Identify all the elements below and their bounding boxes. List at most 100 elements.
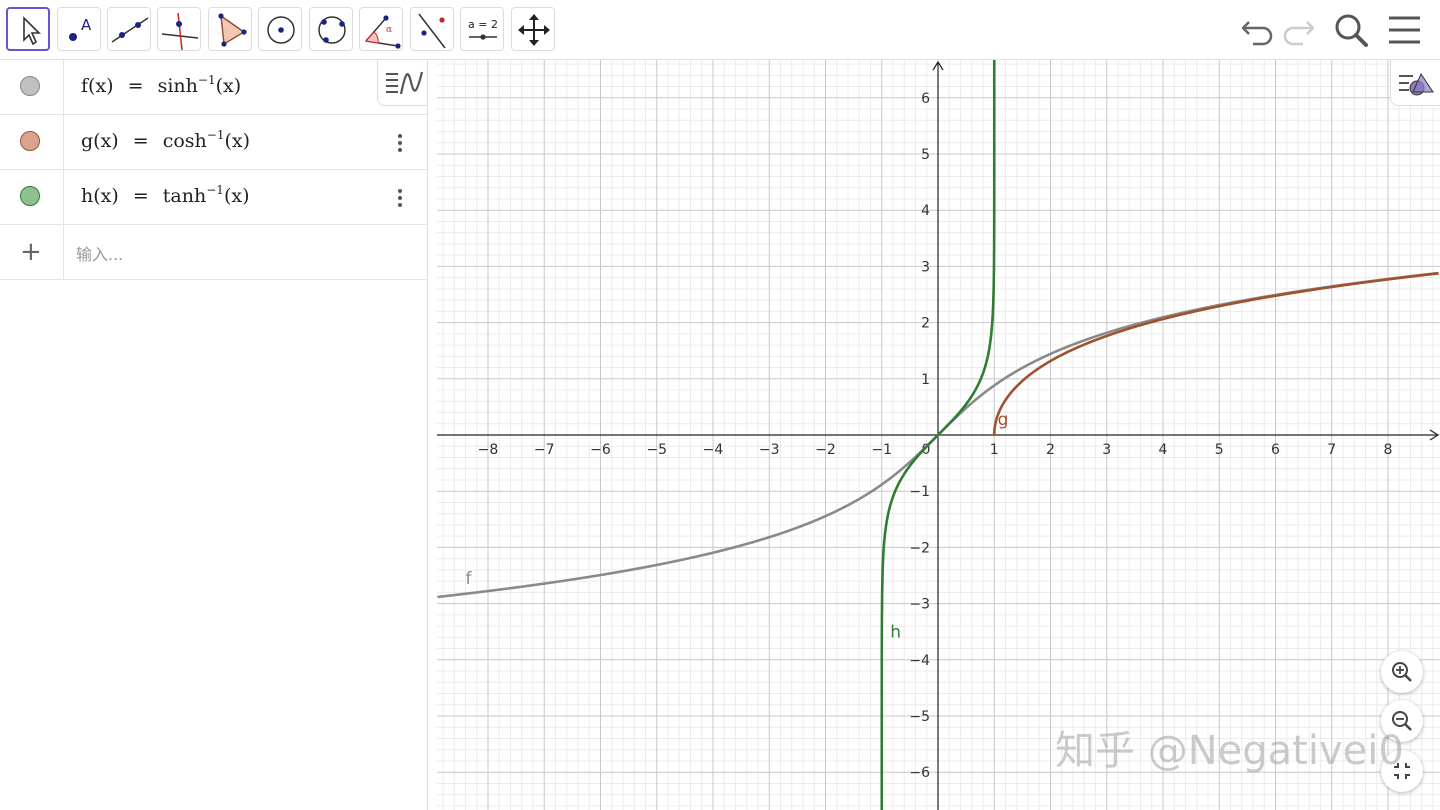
function-name: cosh (162, 130, 207, 152)
reflect-icon (418, 13, 446, 49)
visibility-marble[interactable] (0, 115, 64, 169)
x-tick-label: −1 (871, 442, 892, 458)
move-graphics-view-tool[interactable] (511, 7, 555, 51)
function-name: tanh (162, 185, 207, 207)
y-tick-label: −5 (909, 709, 930, 725)
curve-label-g: g (998, 410, 1009, 430)
angle-icon: α (365, 15, 401, 49)
toolbar: A α a = 2 (0, 0, 1440, 60)
y-tick-label: −3 (909, 597, 930, 613)
reflect-tool[interactable] (410, 7, 454, 51)
function-definition-f[interactable]: f(x) = sinh−1(x) (81, 73, 242, 97)
x-tick-labels: −8 −7 −6 −5 −4 −3 −2 −1 0 1 2 3 4 5 6 7 8 (478, 442, 1393, 458)
x-tick-label: −8 (478, 442, 499, 458)
more-options-icon[interactable] (396, 133, 404, 153)
polygon-icon (218, 13, 247, 47)
algebra-input-row[interactable]: + 输入... (0, 225, 427, 280)
line-icon (111, 17, 149, 43)
graphics-style-bar-toggle[interactable] (1390, 60, 1440, 106)
algebra-input-field[interactable]: 输入... (76, 241, 123, 265)
equals-sign: = (132, 185, 149, 207)
function-argument: (x) (223, 185, 250, 207)
visibility-marble[interactable] (0, 170, 64, 224)
more-options-icon[interactable] (396, 188, 404, 208)
function-argument: (x) (224, 130, 251, 152)
search-icon (1335, 14, 1368, 47)
x-tick-label: 2 (1046, 442, 1055, 458)
function-lhs: f(x) (81, 75, 114, 97)
y-tick-label: 4 (921, 203, 930, 219)
search-button[interactable] (1331, 10, 1371, 50)
slider-tool[interactable]: a = 2 (460, 7, 504, 51)
x-tick-label: −4 (703, 442, 724, 458)
zoom-in-button[interactable] (1381, 651, 1423, 693)
x-tick-label: 7 (1327, 442, 1336, 458)
equals-sign: = (132, 130, 149, 152)
x-tick-label: 4 (1159, 442, 1168, 458)
point-tool-label: A (81, 16, 92, 34)
plus-icon: + (20, 237, 42, 267)
algebra-view: f(x) = sinh−1(x) g(x) = cosh−1(x) h(x) =… (0, 60, 428, 810)
redo-button[interactable] (1279, 10, 1319, 50)
circle-three-points-icon (318, 16, 346, 44)
graphics-view[interactable]: −8 −7 −6 −5 −4 −3 −2 −1 0 1 2 3 4 5 6 7 8 6 5 4 3 2 1 −1 −2 −3 −4… (437, 60, 1440, 810)
algebra-row-h[interactable]: h(x) = tanh−1(x) (0, 170, 427, 225)
angle-tool[interactable]: α (359, 7, 403, 51)
graph-sketch-icon (386, 71, 424, 95)
function-lhs: h(x) (81, 185, 119, 207)
alpha-symbol: α (386, 25, 392, 35)
function-name: sinh (157, 75, 198, 97)
hamburger-menu-icon (1389, 16, 1420, 44)
x-tick-label: 3 (1102, 442, 1111, 458)
polygon-tool[interactable] (208, 7, 252, 51)
menu-button[interactable] (1385, 10, 1425, 50)
y-tick-label: −2 (909, 540, 930, 556)
perpendicular-line-tool[interactable] (157, 7, 201, 51)
x-tick-label: 1 (990, 442, 999, 458)
function-exponent: −1 (206, 183, 224, 197)
visibility-marble[interactable] (0, 60, 64, 114)
x-tick-label: 5 (1215, 442, 1224, 458)
circle-center-point-tool[interactable] (258, 7, 302, 51)
visibility-dot-icon (20, 131, 40, 151)
perpendicular-line-icon (161, 12, 199, 51)
function-exponent: −1 (206, 128, 225, 142)
undo-icon (1241, 21, 1273, 46)
y-tick-label: 6 (921, 91, 930, 107)
curve-label-h: h (890, 622, 901, 642)
y-tick-label: −1 (909, 484, 930, 500)
add-item-cell[interactable]: + (0, 225, 64, 279)
undo-button[interactable] (1237, 10, 1277, 50)
slider-icon: a = 2 (468, 18, 498, 40)
x-tick-label: −2 (815, 442, 836, 458)
function-definition-g[interactable]: g(x) = cosh−1(x) (81, 128, 251, 152)
equals-sign: = (127, 75, 144, 97)
coordinate-plane[interactable]: −8 −7 −6 −5 −4 −3 −2 −1 0 1 2 3 4 5 6 7 8 654321−1−2−3−4… (437, 60, 1440, 810)
graphics-settings-icon (1399, 72, 1434, 96)
function-lhs: g(x) (81, 130, 119, 152)
algebra-row-f[interactable]: f(x) = sinh−1(x) (0, 60, 427, 115)
function-exponent: −1 (197, 73, 216, 87)
y-tick-label: 1 (921, 372, 930, 388)
x-tick-label: −6 (590, 442, 611, 458)
move-tool[interactable] (6, 7, 50, 51)
line-tool[interactable] (107, 7, 151, 51)
function-argument: (x) (215, 75, 242, 97)
circle-three-points-tool[interactable] (309, 7, 353, 51)
x-tick-label: −3 (759, 442, 780, 458)
y-tick-label: −4 (909, 653, 930, 669)
y-tick-label: 2 (921, 316, 930, 332)
x-tick-label: 8 (1384, 442, 1393, 458)
y-tick-label: 5 (921, 147, 930, 163)
y-tick-label: −6 (909, 765, 930, 781)
algebra-row-g[interactable]: g(x) = cosh−1(x) (0, 115, 427, 170)
curve-g[interactable] (992, 272, 1440, 437)
point-icon: A (69, 16, 92, 41)
function-definition-h[interactable]: h(x) = tanh−1(x) (81, 183, 250, 207)
redo-icon (1283, 21, 1315, 46)
point-tool[interactable]: A (57, 7, 101, 51)
move-arrows-icon (518, 14, 550, 46)
algebra-style-bar-toggle[interactable] (377, 60, 427, 106)
slider-tool-label: a = 2 (468, 18, 498, 31)
x-tick-label: −5 (646, 442, 667, 458)
